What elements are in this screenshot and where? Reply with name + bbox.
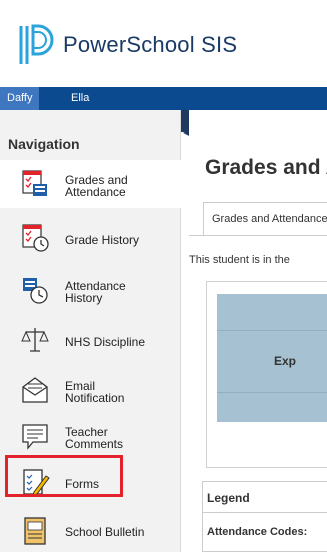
attendance-history-icon [23,278,48,304]
nav-label: School Bulletin [65,525,145,539]
divider [203,512,327,513]
grades-attendance-icon [22,170,47,196]
column-header-exp: Exp [274,354,297,368]
app-title: PowerSchool SIS [63,32,238,57]
nav-item-teacher-comments[interactable]: Teacher Comments [0,412,181,460]
nav-item-attendance-history[interactable]: Attendance History [0,266,181,314]
nav-item-grades-attendance[interactable]: Grades and Attendance [0,160,181,208]
tab-grades-attendance[interactable]: Grades and Attendance [203,202,327,235]
grade-history-icon [22,224,49,252]
nav-label: Grade History [65,233,140,247]
nav-item-nhs-discipline[interactable]: NHS Discipline [0,316,181,364]
student-bar: Daffy Ella [0,87,327,110]
nav-item-grade-history[interactable]: Grade History [0,214,181,262]
scales-icon [21,328,49,352]
forms-highlight-box [5,455,123,497]
divider [217,392,327,393]
powerschool-logo-icon [19,24,54,64]
nav-label: Comments [65,437,124,451]
main-content: Grades and Attendance Grades and Attenda… [189,110,327,552]
bulletin-icon [24,517,46,545]
nav-item-school-bulletin[interactable]: School Bulletin [0,506,181,552]
comment-icon [22,424,48,450]
legend-title: Legend [207,491,250,505]
student-tab-daffy[interactable]: Daffy [0,87,40,110]
grades-table: Exp [206,281,327,468]
divider [217,330,327,331]
email-icon [22,377,48,403]
nav-item-email-notification[interactable]: Email Notification [0,366,181,414]
table-header: Exp [217,294,327,422]
tab-divider [189,235,327,236]
notice-text: This student is in the [189,254,290,266]
nav-label: Notification [65,391,125,405]
student-tab-ella[interactable]: Ella [64,87,96,110]
tab-label: Grades and Attendance [212,213,327,225]
nav-label: History [65,291,103,305]
attendance-codes-label: Attendance Codes: [207,526,308,538]
app-header: PowerSchool SIS [0,0,327,87]
legend-panel: Legend Attendance Codes: [202,481,327,552]
nav-label: NHS Discipline [65,335,146,349]
nav-label: Attendance [65,185,126,199]
page-title: Grades and Attendance [205,156,327,179]
navigation-title: Navigation [8,136,80,152]
